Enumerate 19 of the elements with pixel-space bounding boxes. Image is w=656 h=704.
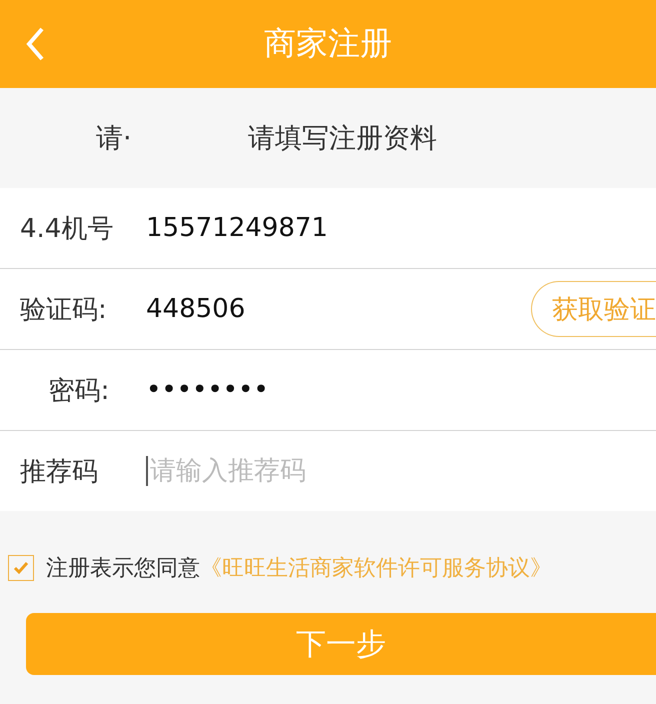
input-field[interactable]: 15571249871	[138, 213, 656, 243]
field-label: 验证码:	[19, 294, 108, 326]
input-field[interactable]: 请输入推荐码	[146, 456, 656, 486]
form-row[interactable]: 密码: ••••••••	[0, 350, 656, 431]
input-field[interactable]: 448506	[138, 294, 531, 324]
hint-text: 请·	[96, 122, 133, 156]
field-label: 推荐码	[19, 456, 99, 488]
form-row[interactable]: 4.4机号 15571249871	[0, 188, 656, 269]
page-title: 商家注册	[264, 23, 392, 64]
field-label: 4.4机号	[19, 212, 114, 246]
back-icon[interactable]	[24, 26, 46, 62]
form-row[interactable]: 推荐码 请输入推荐码	[0, 431, 656, 511]
form-row[interactable]: 验证码: 448506 获取验证	[0, 269, 656, 350]
agreement-text: 注册表示您同意	[46, 555, 200, 583]
agreement-checkbox[interactable]	[8, 555, 34, 581]
field-label: 密码:	[48, 374, 110, 408]
input-field[interactable]: ••••••••	[138, 375, 656, 405]
check-icon	[13, 561, 29, 575]
section-title: 请填写注册资料	[248, 122, 437, 156]
